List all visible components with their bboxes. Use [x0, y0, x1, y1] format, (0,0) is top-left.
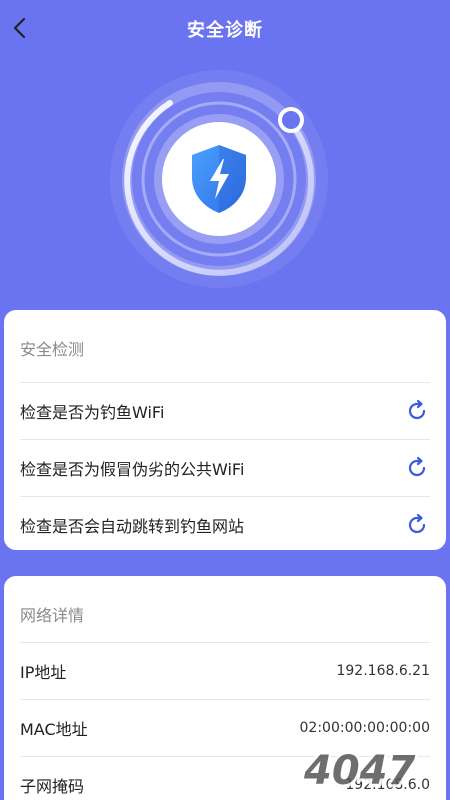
list-item[interactable]: 检查是否为假冒伪劣的公共WiFi: [20, 439, 430, 496]
security-scan-indicator: [110, 70, 328, 288]
detail-label: 子网掩码: [20, 777, 85, 796]
list-item[interactable]: 检查是否为钓鱼WiFi: [20, 382, 430, 439]
header: 安全诊断: [0, 0, 450, 56]
detail-label: MAC地址: [20, 720, 88, 739]
app-screen: 安全诊断 安全检测 检查是否为钓鱼WiFi 检查是否为假冒伪劣的公共WiFi 检…: [0, 0, 450, 800]
svg-text:4047: 4047: [303, 748, 415, 794]
security-check-label: 检查是否为钓鱼WiFi: [20, 403, 165, 422]
detail-value: 02:00:00:00:00:00: [299, 720, 430, 736]
detail-label: IP地址: [20, 663, 67, 682]
security-check-card: 安全检测 检查是否为钓鱼WiFi 检查是否为假冒伪劣的公共WiFi 检查是否会自…: [4, 310, 446, 550]
shield-lightning-icon: [192, 145, 246, 213]
refresh-icon[interactable]: [404, 512, 430, 538]
refresh-icon[interactable]: [404, 398, 430, 424]
security-section-title: 安全检测: [20, 340, 85, 359]
network-section-title: 网络详情: [20, 606, 85, 625]
list-item[interactable]: 检查是否会自动跳转到钓鱼网站: [20, 496, 430, 550]
page-title: 安全诊断: [187, 20, 263, 41]
table-row: IP地址 192.168.6.21: [20, 642, 430, 699]
refresh-icon[interactable]: [404, 455, 430, 481]
shield-badge: [162, 122, 276, 236]
detail-value: 192.168.6.21: [336, 663, 430, 679]
security-check-label: 检查是否会自动跳转到钓鱼网站: [20, 517, 245, 536]
watermark-logo: 4047 4047: [300, 745, 418, 796]
security-check-label: 检查是否为假冒伪劣的公共WiFi: [20, 460, 245, 479]
